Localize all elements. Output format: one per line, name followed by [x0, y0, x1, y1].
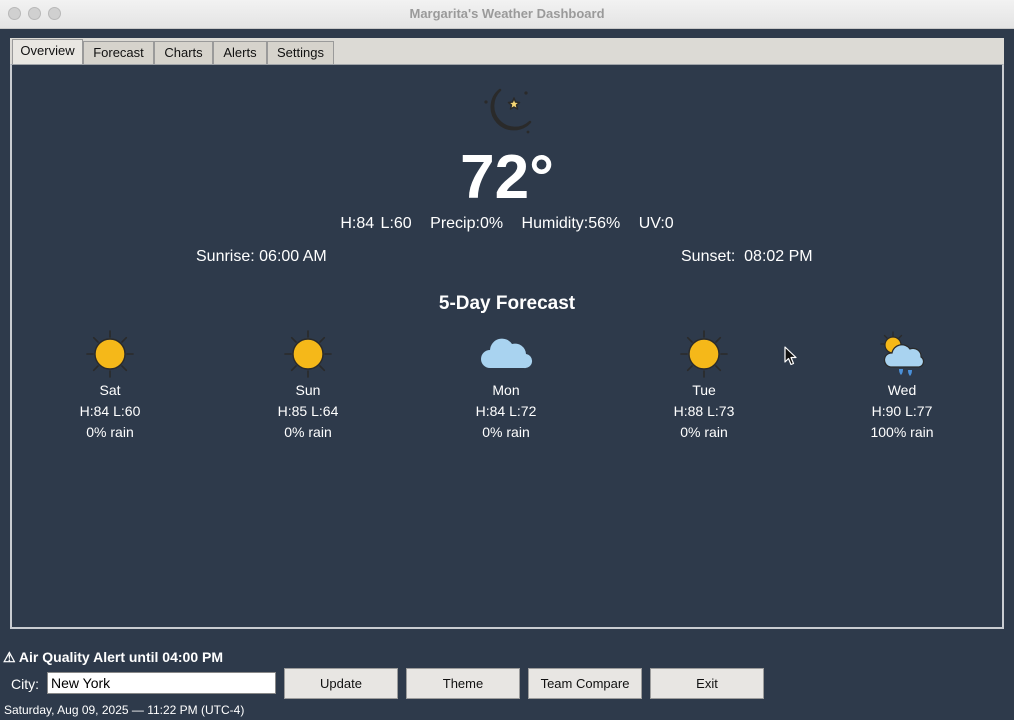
forecast-day-name: Wed	[887, 382, 917, 398]
city-label: City:	[11, 676, 39, 692]
high-low-value: H:84 L:60	[340, 215, 412, 232]
crescent-moon-icon	[476, 84, 536, 145]
theme-button[interactable]: Theme	[406, 668, 520, 699]
window-title: Margarita's Weather Dashboard	[409, 6, 605, 21]
forecast-high-low: H:84 L:60	[79, 403, 141, 419]
team-compare-button[interactable]: Team Compare	[528, 668, 642, 699]
forecast-rain: 0% rain	[482, 424, 530, 440]
forecast-rain: 0% rain	[86, 424, 134, 440]
forecast-rain: 0% rain	[284, 424, 332, 440]
forecast-day-name: Sun	[295, 382, 321, 398]
sunset-time: Sunset: 08:02 PM	[681, 248, 813, 265]
forecast-high-low: H:85 L:64	[277, 403, 339, 419]
tab-forecast[interactable]: Forecast	[83, 41, 154, 64]
tab-overview[interactable]: Overview	[12, 39, 83, 65]
forecast-high-low: H:84 L:72	[475, 403, 537, 419]
current-temperature: 72°	[460, 143, 554, 212]
sunrise-time: Sunrise: 06:00 AM	[196, 248, 327, 265]
forecast-rain: 100% rain	[870, 424, 934, 440]
sun-icon	[624, 328, 784, 380]
sun-rain-cloud-icon	[822, 328, 982, 380]
forecast-high-low: H:88 L:73	[673, 403, 735, 419]
precip-value: Precip:0%	[430, 215, 504, 232]
forecast-high-low: H:90 L:77	[871, 403, 933, 419]
sun-icon	[30, 328, 190, 380]
forecast-day-tue: Tue H:88 L:73 0% rain	[624, 328, 784, 443]
current-stats: H:84 L:60 Precip:0% Humidity:56% UV:0	[0, 215, 1014, 233]
update-button[interactable]: Update	[284, 668, 398, 699]
forecast-rain: 0% rain	[680, 424, 728, 440]
uv-value: UV:0	[638, 215, 674, 232]
city-input[interactable]	[47, 672, 276, 694]
forecast-day-sun: Sun H:85 L:64 0% rain	[228, 328, 388, 443]
mouse-pointer-icon	[784, 346, 798, 371]
humidity-value: Humidity:56%	[521, 215, 621, 232]
forecast-day-wed: Wed H:90 L:77 100% rain	[822, 328, 982, 443]
window-titlebar: Margarita's Weather Dashboard	[0, 0, 1014, 29]
forecast-day-mon: Mon H:84 L:72 0% rain	[426, 328, 586, 443]
footer-datetime: Saturday, Aug 09, 2025 — 11:22 PM (UTC-4…	[4, 703, 245, 717]
forecast-day-name: Mon	[492, 382, 520, 398]
tab-settings[interactable]: Settings	[267, 41, 334, 64]
sun-icon	[228, 328, 388, 380]
cloud-icon	[426, 328, 586, 380]
forecast-title: 5-Day Forecast	[438, 293, 576, 314]
tab-bar: Overview Forecast Charts Alerts Settings	[10, 38, 1004, 65]
tab-alerts[interactable]: Alerts	[213, 41, 267, 64]
forecast-day-sat: Sat H:84 L:60 0% rain	[30, 328, 190, 443]
forecast-day-name: Tue	[692, 382, 716, 398]
air-quality-alert: ⚠ Air Quality Alert until 04:00 PM	[3, 649, 224, 665]
forecast-day-name: Sat	[99, 382, 121, 398]
tab-charts[interactable]: Charts	[154, 41, 213, 64]
exit-button[interactable]: Exit	[650, 668, 764, 699]
